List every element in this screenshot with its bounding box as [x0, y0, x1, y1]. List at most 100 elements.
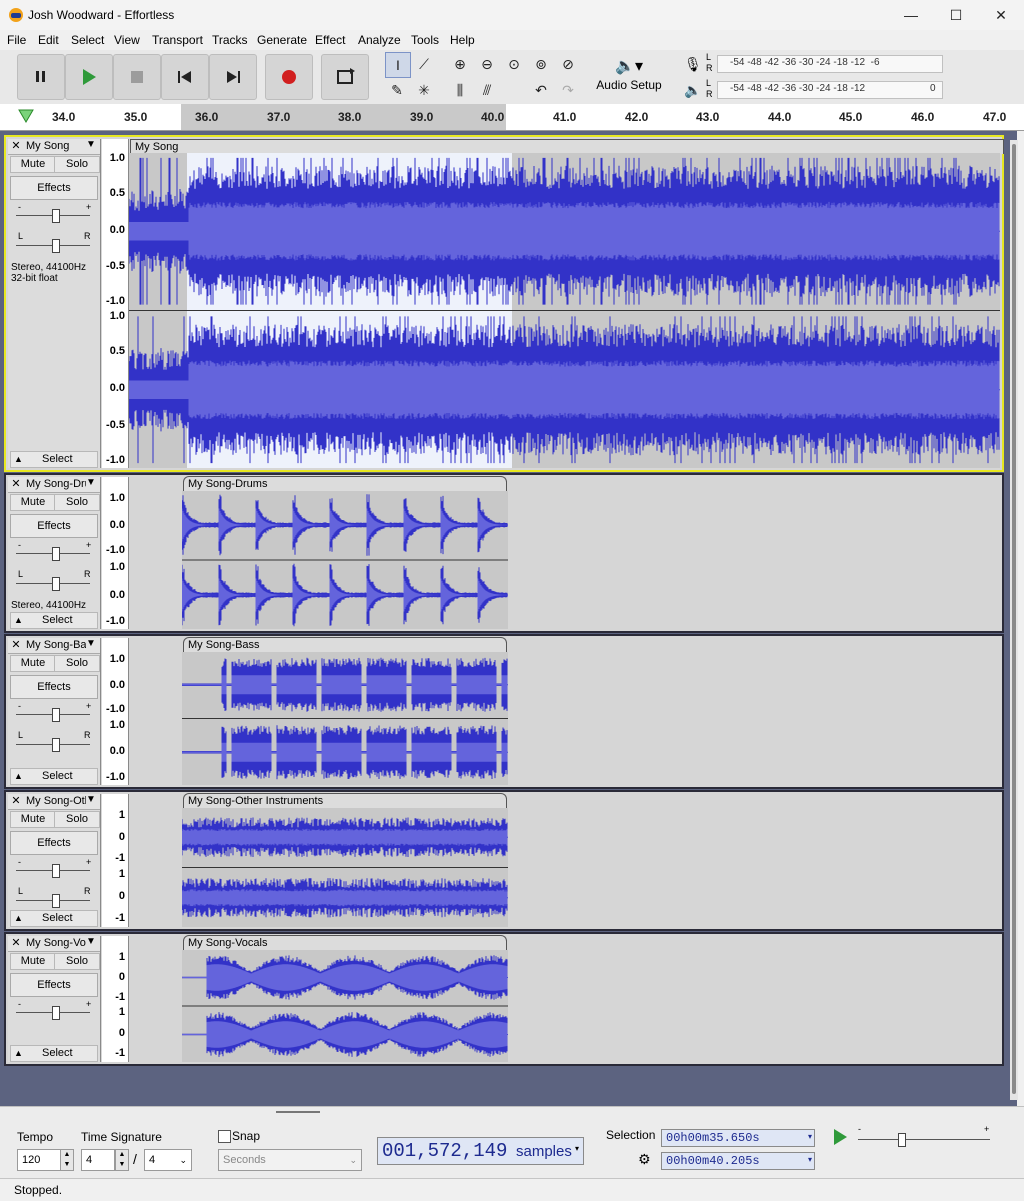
- snap-unit-select[interactable]: Seconds ⌄: [218, 1149, 362, 1171]
- clip-title[interactable]: My Song-Drums: [183, 476, 507, 491]
- loop-button[interactable]: [321, 54, 369, 100]
- timeline-ruler[interactable]: 34.0 35.0 36.0 37.0 38.0 39.0 40.0 41.0 …: [0, 104, 1024, 131]
- trim-audio-button[interactable]: ⫼: [448, 78, 472, 102]
- menu-select[interactable]: Select: [71, 33, 104, 47]
- solo-button[interactable]: Solo: [54, 494, 100, 511]
- menu-edit[interactable]: Edit: [38, 33, 59, 47]
- track-other-instruments[interactable]: ✕ My Song-Oth ▼ Mute Solo Effects - + L …: [4, 790, 1004, 931]
- gain-slider[interactable]: [16, 864, 90, 878]
- tempo-input[interactable]: 120: [17, 1149, 63, 1171]
- mute-button[interactable]: Mute: [10, 156, 56, 173]
- time-signature-denominator[interactable]: 4 ⌄: [144, 1149, 192, 1171]
- effects-button[interactable]: Effects: [10, 973, 98, 997]
- effects-button[interactable]: Effects: [10, 675, 98, 699]
- menu-tools[interactable]: Tools: [411, 33, 439, 47]
- skip-to-start-button[interactable]: [161, 54, 209, 100]
- selection-tool-button[interactable]: I: [385, 52, 411, 78]
- track-select-button[interactable]: ▲ Select: [10, 910, 98, 927]
- pan-slider[interactable]: [16, 738, 90, 752]
- track-bass[interactable]: ✕ My Song-Ba ▼ Mute Solo Effects - + L R…: [4, 634, 1004, 789]
- track-name[interactable]: My Song-Oth: [26, 795, 86, 807]
- resize-grip[interactable]: [276, 1111, 320, 1113]
- track-name[interactable]: My Song-Ba: [26, 639, 86, 651]
- snap-checkbox[interactable]: [218, 1130, 231, 1143]
- track-select-button[interactable]: ▲ Select: [10, 1045, 98, 1062]
- mute-button[interactable]: Mute: [10, 655, 56, 672]
- waveform[interactable]: [182, 491, 508, 629]
- redo-button[interactable]: ↷: [556, 78, 580, 102]
- track-select-button[interactable]: ▲ Select: [10, 451, 98, 468]
- menu-effect[interactable]: Effect: [315, 33, 345, 47]
- menu-file[interactable]: File: [7, 33, 26, 47]
- pause-button[interactable]: [17, 54, 65, 100]
- gear-icon[interactable]: ⚙: [638, 1151, 651, 1168]
- minimize-button[interactable]: —: [888, 0, 934, 30]
- multi-tool-button[interactable]: ✳: [412, 78, 436, 102]
- mute-button[interactable]: Mute: [10, 811, 56, 828]
- maximize-button[interactable]: ☐: [933, 0, 979, 30]
- waveform[interactable]: [182, 652, 508, 785]
- solo-button[interactable]: Solo: [54, 655, 100, 672]
- tempo-spinner[interactable]: ▲ ▼: [60, 1149, 74, 1171]
- close-track-button[interactable]: ✕: [10, 638, 22, 651]
- audio-setup-button[interactable]: 🔈▾ Audio Setup: [592, 52, 666, 98]
- solo-button[interactable]: Solo: [54, 811, 100, 828]
- numerator-spinner[interactable]: ▲ ▼: [115, 1149, 129, 1171]
- play-head-icon[interactable]: [18, 109, 34, 123]
- clip-title[interactable]: My Song-Bass: [183, 637, 507, 652]
- track-menu-dropdown-icon[interactable]: ▼: [86, 638, 96, 649]
- zoom-toggle-button[interactable]: ⊘: [556, 52, 580, 76]
- waveform[interactable]: [129, 153, 1000, 468]
- mute-button[interactable]: Mute: [10, 953, 56, 970]
- track-drums[interactable]: ✕ My Song-Dru ▼ Mute Solo Effects - + L …: [4, 473, 1004, 633]
- fit-project-button[interactable]: ⊚: [529, 52, 553, 76]
- gain-slider[interactable]: [16, 209, 90, 223]
- clip-title[interactable]: My Song: [130, 139, 1004, 154]
- close-window-button[interactable]: ✕: [978, 0, 1024, 30]
- track-menu-dropdown-icon[interactable]: ▼: [86, 477, 96, 488]
- track-name[interactable]: My Song-Dru: [26, 478, 86, 490]
- pan-slider[interactable]: [16, 577, 90, 591]
- track-select-button[interactable]: ▲ Select: [10, 612, 98, 629]
- fit-selection-button[interactable]: ⊙: [502, 52, 526, 76]
- menu-generate[interactable]: Generate: [257, 33, 307, 47]
- track-menu-dropdown-icon[interactable]: ▼: [86, 794, 96, 805]
- skip-to-end-button[interactable]: [209, 54, 257, 100]
- record-button[interactable]: [265, 54, 313, 100]
- menu-transport[interactable]: Transport: [152, 33, 203, 47]
- effects-button[interactable]: Effects: [10, 514, 98, 538]
- playback-speaker-icon[interactable]: 🔈: [684, 82, 701, 99]
- track-area[interactable]: ✕ My Song ▼ Mute Solo Effects - + L R St…: [0, 131, 1017, 1106]
- pan-slider[interactable]: [16, 239, 90, 253]
- silence-audio-button[interactable]: ⫻: [475, 78, 499, 102]
- play-button[interactable]: [65, 54, 113, 100]
- envelope-tool-button[interactable]: ⟋: [412, 52, 436, 76]
- undo-button[interactable]: ↶: [529, 78, 553, 102]
- gain-slider[interactable]: [16, 708, 90, 722]
- audio-position-display[interactable]: 001,572,149 samples ▾: [377, 1137, 584, 1165]
- record-meter[interactable]: -54 -48 -42 -36 -30 -24 -18 -12 -6: [717, 55, 943, 73]
- zoom-out-button[interactable]: ⊖: [475, 52, 499, 76]
- selection-start-field[interactable]: 00h00m35.650s ▾: [661, 1129, 815, 1147]
- close-track-button[interactable]: ✕: [10, 794, 22, 807]
- close-track-button[interactable]: ✕: [10, 477, 22, 490]
- selection-end-field[interactable]: 00h00m40.205s ▾: [661, 1152, 815, 1170]
- mute-button[interactable]: Mute: [10, 494, 56, 511]
- solo-button[interactable]: Solo: [54, 156, 100, 173]
- track-my-song[interactable]: ✕ My Song ▼ Mute Solo Effects - + L R St…: [4, 135, 1004, 472]
- effects-button[interactable]: Effects: [10, 176, 98, 200]
- play-at-speed-button[interactable]: [830, 1127, 850, 1147]
- gain-slider[interactable]: [16, 1006, 90, 1020]
- scrollbar-thumb[interactable]: [1012, 144, 1016, 1094]
- time-signature-numerator[interactable]: 4: [81, 1149, 115, 1171]
- track-select-button[interactable]: ▲ Select: [10, 768, 98, 785]
- playback-speed-slider[interactable]: [858, 1133, 990, 1147]
- pan-slider[interactable]: [16, 894, 90, 908]
- menu-tracks[interactable]: Tracks: [212, 33, 248, 47]
- close-track-button[interactable]: ✕: [10, 139, 22, 152]
- zoom-in-button[interactable]: ⊕: [448, 52, 472, 76]
- clip-title[interactable]: My Song-Vocals: [183, 935, 507, 950]
- solo-button[interactable]: Solo: [54, 953, 100, 970]
- speed-slider-knob[interactable]: [898, 1133, 906, 1147]
- menu-help[interactable]: Help: [450, 33, 475, 47]
